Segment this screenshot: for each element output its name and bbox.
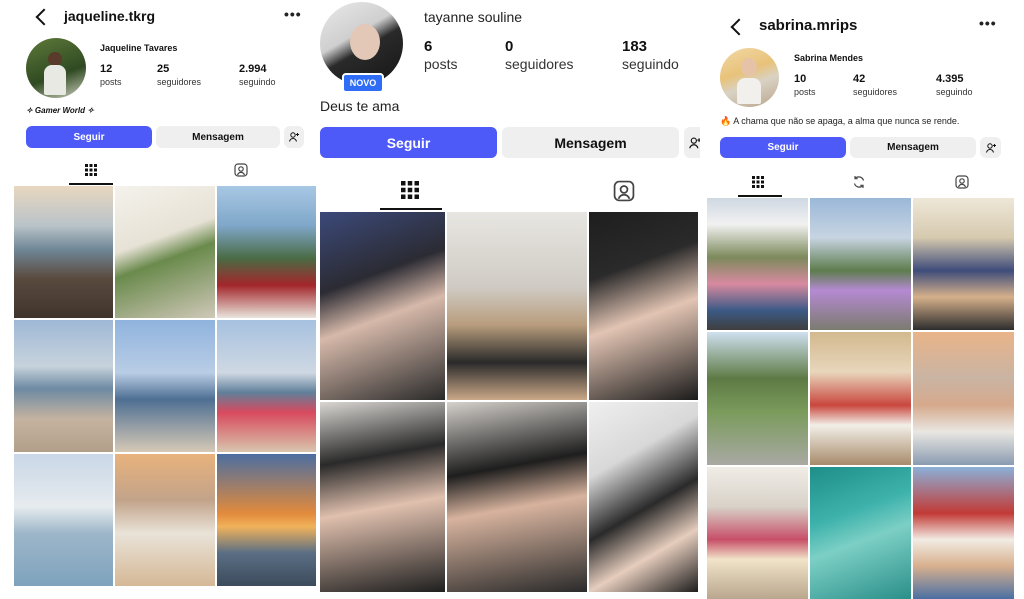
- back-arrow-icon[interactable]: [35, 8, 53, 26]
- stat-following-count[interactable]: 4.395: [936, 73, 964, 85]
- stat-following-count[interactable]: 183: [622, 38, 647, 55]
- post-thumbnail[interactable]: [115, 320, 215, 452]
- add-user-icon: [689, 137, 700, 148]
- post-thumbnail[interactable]: [320, 212, 445, 400]
- stat-following-label[interactable]: seguindo: [239, 77, 276, 87]
- post-thumbnail[interactable]: [115, 186, 215, 318]
- follow-button[interactable]: Seguir: [26, 126, 152, 148]
- stat-posts-label: posts: [424, 56, 458, 72]
- post-thumbnail[interactable]: [707, 198, 808, 331]
- posts-grid: [14, 186, 316, 586]
- grid-icon[interactable]: [752, 176, 764, 188]
- post-thumbnail[interactable]: [320, 402, 445, 592]
- post-thumbnail[interactable]: [447, 212, 587, 400]
- profile-panel-sabrina: sabrina.mrips ••• Sabrina Mendes 10 post…: [707, 0, 1014, 599]
- post-thumbnail[interactable]: [589, 402, 698, 592]
- stat-followers-count[interactable]: 42: [853, 73, 865, 85]
- post-thumbnail[interactable]: [810, 466, 911, 599]
- post-thumbnail[interactable]: [447, 402, 587, 592]
- suggest-user-button[interactable]: [980, 137, 1001, 158]
- tagged-icon[interactable]: [234, 163, 248, 177]
- profile-username: tayanne souline: [424, 9, 523, 25]
- post-thumbnail[interactable]: [115, 454, 215, 586]
- stat-following-label[interactable]: seguindo: [936, 87, 973, 97]
- tab-active-indicator: [380, 208, 442, 210]
- post-thumbnail[interactable]: [589, 212, 698, 400]
- post-thumbnail[interactable]: [913, 332, 1014, 465]
- suggest-user-button[interactable]: [284, 126, 304, 148]
- profile-panel-tayanne: NOVO tayanne souline 6 posts 0 seguidore…: [320, 0, 700, 599]
- grid-icon[interactable]: [85, 164, 97, 176]
- stat-followers-label[interactable]: seguidores: [853, 87, 897, 97]
- post-thumbnail[interactable]: [14, 320, 114, 452]
- post-thumbnail[interactable]: [14, 186, 114, 318]
- stat-following-count[interactable]: 2.994: [239, 63, 267, 75]
- stat-posts-label: posts: [100, 77, 122, 87]
- profile-avatar[interactable]: [720, 48, 779, 107]
- post-thumbnail[interactable]: [216, 320, 316, 452]
- more-options-icon[interactable]: •••: [979, 15, 997, 31]
- profile-full-name: Jaqueline Tavares: [100, 43, 178, 53]
- tagged-icon[interactable]: [613, 180, 635, 202]
- profile-bio: Deus te ama: [320, 98, 400, 114]
- post-thumbnail[interactable]: [913, 198, 1014, 331]
- profile-username: jaqueline.tkrg: [64, 8, 156, 24]
- message-button[interactable]: Mensagem: [850, 137, 976, 158]
- profile-full-name: Sabrina Mendes: [794, 53, 864, 63]
- stat-followers-count[interactable]: 25: [157, 63, 169, 75]
- post-thumbnail[interactable]: [707, 332, 808, 465]
- add-user-icon: [289, 132, 299, 142]
- profile-username: sabrina.mrips: [759, 17, 858, 34]
- stat-posts-count: 12: [100, 63, 113, 75]
- stat-following-label[interactable]: seguindo: [622, 56, 679, 72]
- stat-posts-label: posts: [794, 87, 816, 97]
- posts-grid: [320, 212, 700, 592]
- post-thumbnail[interactable]: [707, 466, 808, 599]
- profile-bio: ✧ Gamer World ✧: [26, 106, 94, 115]
- message-button[interactable]: Mensagem: [502, 127, 679, 158]
- follow-button[interactable]: Seguir: [720, 137, 846, 158]
- profile-panel-jaqueline: jaqueline.tkrg ••• Jaqueline Tavares 12 …: [14, 0, 316, 599]
- follow-button[interactable]: Seguir: [320, 127, 497, 158]
- stat-posts-count: 10: [794, 73, 807, 85]
- stat-followers-label[interactable]: seguidores: [157, 77, 201, 87]
- stat-posts-count: 6: [424, 38, 433, 55]
- tagged-icon[interactable]: [955, 175, 969, 189]
- post-thumbnail[interactable]: [913, 466, 1014, 599]
- more-options-icon[interactable]: •••: [284, 6, 302, 22]
- post-thumbnail[interactable]: [810, 332, 911, 465]
- post-thumbnail[interactable]: [216, 454, 316, 586]
- message-button[interactable]: Mensagem: [156, 126, 280, 148]
- profile-bio: 🔥 A chama que não se apaga, a alma que n…: [720, 116, 960, 126]
- new-badge: NOVO: [342, 73, 384, 93]
- add-user-icon: [985, 142, 996, 153]
- stat-followers-count[interactable]: 0: [505, 38, 513, 55]
- post-thumbnail[interactable]: [14, 454, 114, 586]
- back-arrow-icon[interactable]: [730, 18, 748, 36]
- tab-active-indicator: [738, 195, 782, 197]
- suggest-user-button[interactable]: [684, 127, 700, 158]
- grid-icon[interactable]: [401, 181, 419, 199]
- stat-followers-label[interactable]: seguidores: [505, 56, 574, 72]
- post-thumbnail[interactable]: [810, 198, 911, 331]
- reels-icon[interactable]: [852, 175, 866, 189]
- posts-grid: [707, 198, 1014, 599]
- post-thumbnail[interactable]: [216, 186, 316, 318]
- tab-active-indicator: [69, 183, 113, 185]
- profile-avatar[interactable]: [26, 38, 86, 98]
